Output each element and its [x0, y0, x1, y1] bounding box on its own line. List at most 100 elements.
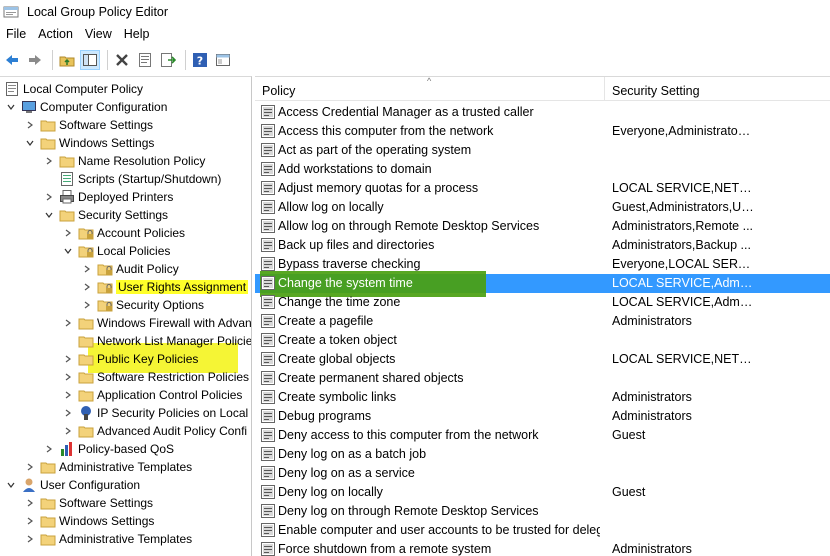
toolbar-separator	[107, 50, 108, 70]
table-row[interactable]: Deny log on as a service	[255, 464, 830, 483]
policy-list[interactable]: ^ Policy Security Setting Access Credent…	[255, 76, 830, 556]
table-row[interactable]: Back up files and directories Administrat…	[255, 236, 830, 255]
chevron-right-icon[interactable]	[62, 407, 74, 419]
column-header-policy[interactable]: Policy	[262, 84, 295, 98]
tree-item[interactable]: Application Control Policies	[62, 386, 242, 404]
chevron-right-icon[interactable]	[62, 353, 74, 365]
table-row[interactable]: Access this computer from the network Eve…	[255, 122, 830, 141]
tree-item[interactable]: Computer Configuration	[5, 98, 167, 116]
chevron-down-icon[interactable]	[43, 209, 55, 221]
tree-item[interactable]: Policy-based QoS	[43, 440, 174, 458]
table-row[interactable]: Allow log on through Remote Desktop Serv…	[255, 217, 830, 236]
table-row[interactable]: Deny access to this computer from the ne…	[255, 426, 830, 445]
tree-item[interactable]: Scripts (Startup/Shutdown)	[43, 170, 221, 188]
menu-view[interactable]: View	[79, 24, 118, 45]
tree-item[interactable]: Local Computer Policy	[4, 80, 143, 98]
console-tree[interactable]: Local Computer Policy Computer Configurat…	[0, 76, 252, 556]
tree-item[interactable]: Windows Settings	[24, 134, 154, 152]
chevron-down-icon[interactable]	[62, 245, 74, 257]
tree-item[interactable]: User Configuration	[5, 476, 140, 494]
back-button[interactable]	[2, 50, 22, 70]
tree-item[interactable]: Deployed Printers	[43, 188, 173, 206]
chevron-down-icon[interactable]	[5, 101, 17, 113]
table-row[interactable]: Deny log on through Remote Desktop Servi…	[255, 502, 830, 521]
chevron-right-icon[interactable]	[62, 371, 74, 383]
table-row[interactable]: Add workstations to domain	[255, 160, 830, 179]
table-row[interactable]: Deny log on as a batch job	[255, 445, 830, 464]
tree-item[interactable]: Account Policies	[62, 224, 185, 242]
menu-action[interactable]: Action	[32, 24, 79, 45]
console-view-button[interactable]	[213, 50, 233, 70]
chevron-right-icon[interactable]	[62, 317, 74, 329]
table-row[interactable]: Allow log on locally Guest,Administrators…	[255, 198, 830, 217]
tree-item-label: Policy-based QoS	[78, 442, 175, 456]
properties-button[interactable]	[135, 50, 155, 70]
console-view-icon	[216, 54, 230, 66]
tree-item[interactable]: Windows Settings	[24, 512, 154, 530]
table-row[interactable]: Adjust memory quotas for a process LOCAL …	[255, 179, 830, 198]
delete-button[interactable]	[112, 50, 132, 70]
policy-name: Create permanent shared objects	[278, 371, 464, 385]
export-list-button[interactable]	[158, 50, 178, 70]
chevron-right-icon[interactable]	[24, 119, 36, 131]
menu-file[interactable]: File	[0, 24, 32, 45]
chevron-right-icon[interactable]	[43, 191, 55, 203]
table-row[interactable]: Debug programs Administrators	[255, 407, 830, 426]
tree-item-label: Advanced Audit Policy Confi	[97, 424, 248, 438]
tree-item[interactable]: Security Settings	[43, 206, 168, 224]
chevron-down-icon[interactable]	[24, 137, 36, 149]
table-row[interactable]: Deny log on locally Guest	[255, 483, 830, 502]
tree-item[interactable]: Software Restriction Policies	[62, 368, 249, 386]
table-row[interactable]: Create a pagefile Administrators	[255, 312, 830, 331]
table-row[interactable]: Create permanent shared objects	[255, 369, 830, 388]
table-row[interactable]: Enable computer and user accounts to be …	[255, 521, 830, 540]
chevron-right-icon[interactable]	[43, 443, 55, 455]
table-row[interactable]: Change the system time LOCAL SERVICE,Admi…	[255, 271, 830, 297]
chevron-right-icon[interactable]	[43, 155, 55, 167]
tree-item[interactable]: Software Settings	[24, 494, 153, 512]
title-bar: Local Group Policy Editor	[0, 0, 830, 24]
tree-item[interactable]: Audit Policy	[81, 260, 179, 278]
tree-item[interactable]: Security Options	[81, 296, 204, 314]
chevron-right-icon[interactable]	[62, 425, 74, 437]
tree-item[interactable]: User Rights Assignment	[81, 278, 249, 296]
table-row[interactable]: Act as part of the operating system	[255, 141, 830, 160]
table-row[interactable]: Access Credential Manager as a trusted c…	[255, 103, 830, 122]
tree-item[interactable]: Advanced Audit Policy Confi	[62, 422, 247, 440]
tree-item[interactable]: Administrative Templates	[24, 530, 192, 548]
show-hide-tree-button[interactable]	[80, 50, 100, 70]
chevron-right-icon[interactable]	[24, 461, 36, 473]
policy-setting-icon	[260, 541, 276, 556]
chevron-right-icon[interactable]	[62, 227, 74, 239]
column-divider[interactable]	[604, 77, 605, 101]
column-header-security-setting[interactable]: Security Setting	[612, 84, 700, 98]
tree-item[interactable]: Name Resolution Policy	[43, 152, 205, 170]
help-button[interactable]: ?	[190, 50, 210, 70]
folder-icon	[78, 423, 94, 439]
table-row[interactable]: Change the time zone LOCAL SERVICE,Admini…	[255, 293, 830, 312]
chevron-right-icon[interactable]	[81, 281, 93, 293]
tree-item[interactable]: Network List Manager Policie	[62, 332, 251, 350]
table-row[interactable]: Force shutdown from a remote system Admin…	[255, 540, 830, 556]
tree-item[interactable]: Local Policies	[62, 242, 170, 260]
chevron-right-icon[interactable]	[24, 515, 36, 527]
tree-item[interactable]: Public Key Policies	[62, 350, 198, 368]
chevron-right-icon[interactable]	[62, 389, 74, 401]
chevron-right-icon[interactable]	[81, 263, 93, 275]
forward-button[interactable]	[25, 50, 45, 70]
folder-icon	[40, 117, 56, 133]
tree-item[interactable]: Windows Firewall with Advan	[62, 314, 251, 332]
table-row[interactable]: Create global objects LOCAL SERVICE,NETWO…	[255, 350, 830, 369]
up-one-level-button[interactable]	[57, 50, 77, 70]
tree-item[interactable]: Software Settings	[24, 116, 153, 134]
policy-doc-icon	[4, 81, 20, 97]
chevron-right-icon[interactable]	[24, 533, 36, 545]
table-row[interactable]: Create a token object	[255, 331, 830, 350]
tree-item[interactable]: Administrative Templates	[24, 458, 192, 476]
chevron-down-icon[interactable]	[5, 479, 17, 491]
menu-help[interactable]: Help	[118, 24, 156, 45]
chevron-right-icon[interactable]	[24, 497, 36, 509]
chevron-right-icon[interactable]	[81, 299, 93, 311]
table-row[interactable]: Create symbolic links Administrators	[255, 388, 830, 407]
tree-item[interactable]: IP Security Policies on Local C	[62, 404, 251, 422]
